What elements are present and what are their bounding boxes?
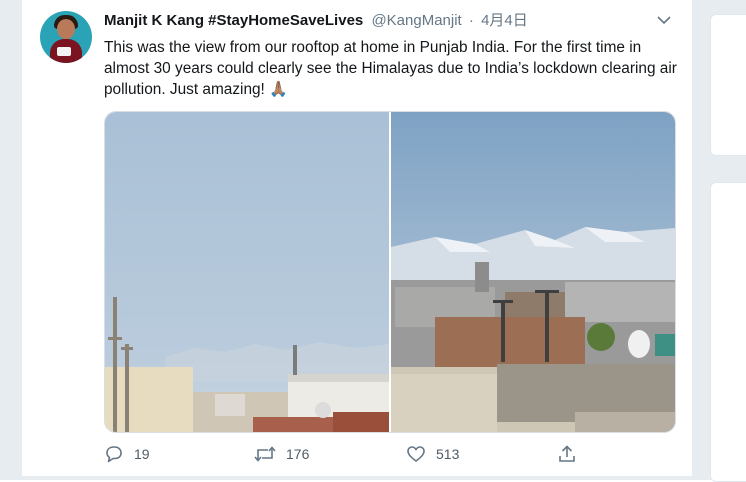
sidebar-card <box>710 14 746 156</box>
tweet-actions: 19 176 513 <box>104 444 584 464</box>
reply-icon <box>106 446 122 463</box>
retweet-count: 176 <box>286 446 310 462</box>
tweet-media[interactable] <box>104 111 676 433</box>
reply-button[interactable]: 19 <box>104 444 150 464</box>
divider <box>22 476 692 480</box>
separator: · <box>468 12 474 29</box>
like-count: 513 <box>436 446 460 462</box>
tweet-date[interactable]: 4月4日 <box>481 12 528 29</box>
avatar[interactable] <box>40 11 92 63</box>
sidebar-card <box>710 182 746 482</box>
reply-count: 19 <box>134 446 150 462</box>
like-button[interactable]: 513 <box>406 444 459 464</box>
retweet-button[interactable]: 176 <box>254 444 309 464</box>
folded-hands-emoji: 🙏🏽 <box>269 81 288 98</box>
heart-icon <box>407 446 425 462</box>
author-handle[interactable]: @KangManjit <box>371 12 461 29</box>
tweet-header: Manjit K Kang #StayHomeSaveLives @KangMa… <box>104 12 528 30</box>
photo-right[interactable] <box>391 112 675 432</box>
chevron-down-icon[interactable] <box>656 14 672 26</box>
tweet-text: This was the view from our rooftop at ho… <box>104 37 684 100</box>
tweet-body: This was the view from our rooftop at ho… <box>104 39 677 98</box>
share-button[interactable] <box>557 444 577 464</box>
retweet-icon <box>254 446 276 462</box>
author-name[interactable]: Manjit K Kang #StayHomeSaveLives <box>104 12 363 29</box>
share-icon <box>559 445 575 462</box>
photo-left[interactable] <box>105 112 389 432</box>
left-gutter <box>0 0 22 480</box>
